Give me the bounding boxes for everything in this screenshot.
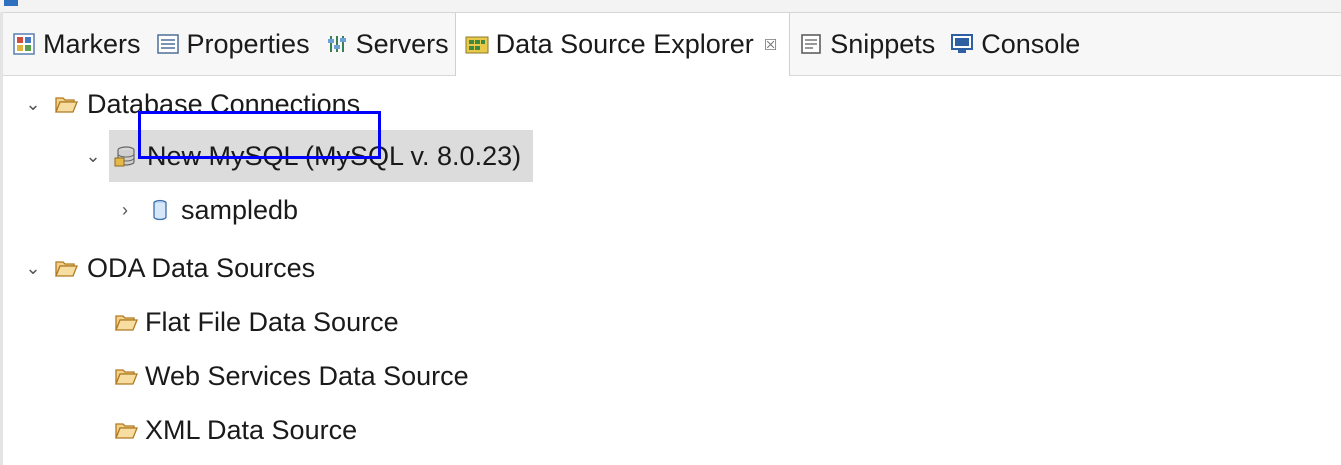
- tree-label: sampledb: [181, 194, 299, 225]
- console-icon: [949, 31, 975, 57]
- expand-toggle-icon[interactable]: ⌄: [23, 258, 43, 278]
- folder-icon: [113, 363, 139, 389]
- tab-console[interactable]: Console: [941, 13, 1086, 75]
- expand-toggle-icon[interactable]: ⌄: [83, 146, 103, 166]
- expand-toggle-icon[interactable]: ⌄: [23, 94, 43, 114]
- data-source-explorer-icon: [464, 32, 490, 58]
- tab-snippets-label: Snippets: [830, 28, 936, 59]
- folder-icon: [113, 417, 139, 443]
- tab-data-source-explorer-label: Data Source Explorer: [495, 29, 754, 59]
- tab-data-source-explorer[interactable]: Data Source Explorer ☒: [454, 13, 791, 76]
- folder-icon: [113, 309, 139, 335]
- servers-icon: [324, 31, 350, 57]
- markers-icon: [11, 31, 37, 57]
- tree-node-web-services[interactable]: Web Services Data Source: [113, 350, 469, 402]
- database-icon: [147, 197, 173, 223]
- properties-icon: [155, 31, 181, 57]
- tree-label: ODA Data Sources: [87, 252, 316, 283]
- tree-node-sampledb[interactable]: › sampledb: [115, 184, 298, 236]
- tree-node-oda-data-sources[interactable]: ⌄ ODA Data Sources: [23, 242, 315, 294]
- tree-node-flat-file[interactable]: Flat File Data Source: [113, 296, 399, 348]
- tab-markers-label: Markers: [43, 28, 141, 59]
- folder-icon: [53, 91, 79, 117]
- tab-properties-label: Properties: [186, 28, 310, 59]
- tab-properties[interactable]: Properties: [147, 13, 316, 75]
- folder-icon: [53, 255, 79, 281]
- top-strip-mark: [4, 0, 18, 6]
- tree-label: XML Data Source: [145, 414, 358, 445]
- tab-console-label: Console: [981, 28, 1081, 59]
- tab-servers[interactable]: Servers: [316, 13, 455, 75]
- tab-markers[interactable]: Markers: [3, 13, 147, 75]
- tree-label: Flat File Data Source: [145, 306, 399, 337]
- top-strip: [0, 0, 1341, 13]
- close-tab-icon[interactable]: ☒: [764, 36, 777, 54]
- snippets-icon: [798, 31, 824, 57]
- database-connection-icon: [113, 143, 139, 169]
- annotation-highlight-box: [138, 111, 381, 159]
- tab-snippets[interactable]: Snippets: [790, 13, 941, 75]
- tree-label: Web Services Data Source: [145, 360, 469, 391]
- expand-toggle-icon[interactable]: ›: [115, 200, 135, 220]
- tab-servers-label: Servers: [355, 28, 449, 59]
- view-tab-bar: Markers Properties Servers Data Source E…: [3, 13, 1341, 76]
- tree-node-xml[interactable]: XML Data Source: [113, 404, 357, 456]
